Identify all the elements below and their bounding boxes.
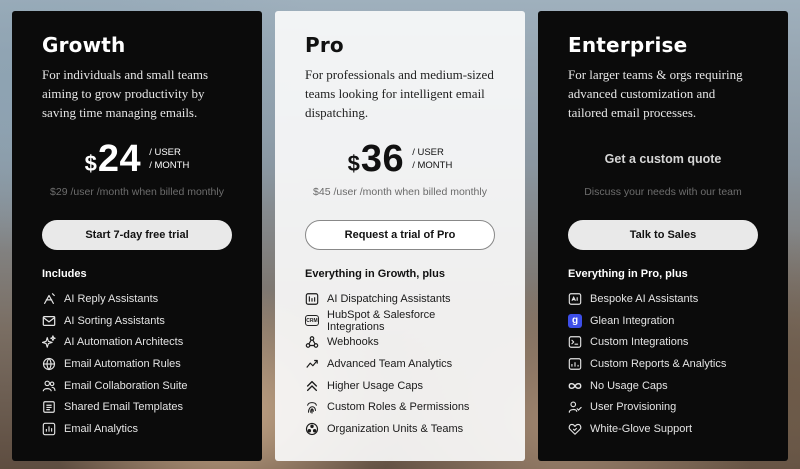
plan-name: Growth <box>42 33 126 57</box>
feature-item: AI Dispatching Assistants <box>305 288 495 310</box>
billing-note: $45 /user /month when billed monthly <box>313 186 487 198</box>
plan-card-enterprise: Enterprise For larger teams & orgs requi… <box>538 11 788 461</box>
feature-label: Email Analytics <box>64 422 138 435</box>
feature-item: User Provisioning <box>568 396 758 418</box>
user-check-icon <box>568 400 582 414</box>
feature-item: Bespoke AI Assistants <box>568 288 758 310</box>
plan-description: For professionals and medium-sized teams… <box>305 67 494 120</box>
price-amount: 36 <box>360 138 405 180</box>
feature-label: Email Collaboration Suite <box>64 379 188 392</box>
price-currency: $ <box>347 151 360 176</box>
plan-name: Pro <box>305 33 344 57</box>
price-block: $ 24 / USER / MONTH <box>42 137 232 181</box>
feature-label: HubSpot & Salesforce Integrations <box>327 308 436 333</box>
globe-rules-icon <box>42 357 56 371</box>
price-unit: / USER / MONTH <box>149 146 189 172</box>
includes-title: Everything in Pro, plus <box>568 268 688 280</box>
feature-label: Email Automation Rules <box>64 357 181 370</box>
bespoke-icon <box>568 292 582 306</box>
feature-item: Custom Integrations <box>568 331 758 353</box>
feature-item: Webhooks <box>305 331 495 353</box>
feature-item: Email Automation Rules <box>42 353 232 375</box>
plan-card-growth: Growth For individuals and small teams a… <box>12 11 262 461</box>
feature-list: Bespoke AI Assistants g Glean Integratio… <box>568 288 758 440</box>
price-unit: / USER / MONTH <box>412 146 452 172</box>
feature-label: Bespoke AI Assistants <box>590 292 699 305</box>
report-icon <box>568 357 582 371</box>
feature-label: No Usage Caps <box>590 379 668 392</box>
plan-card-pro: Pro For professionals and medium-sized t… <box>275 11 525 461</box>
includes-title: Everything in Growth, plus <box>305 268 445 280</box>
users-icon <box>42 379 56 393</box>
plan-description: For individuals and small teams aiming t… <box>42 67 209 120</box>
feature-label: Organization Units & Teams <box>327 422 464 435</box>
feature-label: Higher Usage Caps <box>327 379 423 392</box>
price-unit-user: / USER <box>149 147 181 158</box>
feature-item: AI Sorting Assistants <box>42 310 232 332</box>
org-units-icon <box>305 422 319 436</box>
feature-label: AI Sorting Assistants <box>64 314 165 327</box>
feature-list: AI Dispatching Assistants CRM HubSpot & … <box>305 288 495 440</box>
includes-title: Includes <box>42 268 87 280</box>
feature-item: Custom Reports & Analytics <box>568 353 758 375</box>
feature-item: White-Glove Support <box>568 418 758 440</box>
dispatch-icon <box>305 292 319 306</box>
price-unit-user: / USER <box>412 147 444 158</box>
webhook-icon <box>305 335 319 349</box>
feature-item: Higher Usage Caps <box>305 375 495 397</box>
envelope-sort-icon <box>42 314 56 328</box>
feature-item: No Usage Caps <box>568 375 758 397</box>
feature-label: Advanced Team Analytics <box>327 357 453 370</box>
glean-logo-icon: g <box>568 313 582 328</box>
price-unit-month: / MONTH <box>149 160 190 171</box>
feature-item: g Glean Integration <box>568 310 758 332</box>
feature-item: AI Reply Assistants <box>42 288 232 310</box>
feature-label: Glean Integration <box>590 314 675 327</box>
terminal-icon <box>568 335 582 349</box>
feature-label: User Provisioning <box>590 401 677 414</box>
sparkles-icon <box>42 335 56 349</box>
feature-item: Email Collaboration Suite <box>42 375 232 397</box>
feature-label: Shared Email Templates <box>64 401 184 414</box>
talk-to-sales-button[interactable]: Talk to Sales <box>568 220 758 250</box>
feature-item: Email Analytics <box>42 418 232 440</box>
feature-item: Organization Units & Teams <box>305 418 495 440</box>
price-unit-month: / MONTH <box>412 160 453 171</box>
reply-assistant-icon <box>42 292 56 306</box>
custom-quote: Get a custom quote <box>604 152 722 166</box>
feature-label: Webhooks <box>327 336 379 349</box>
start-trial-button[interactable]: Start 7-day free trial <box>42 220 232 250</box>
feature-label: AI Reply Assistants <box>64 292 159 305</box>
billing-note: $29 /user /month when billed monthly <box>50 186 224 198</box>
fingerprint-icon <box>305 400 319 414</box>
feature-item: Custom Roles & Permissions <box>305 396 495 418</box>
plan-name: Enterprise <box>568 33 688 57</box>
feature-label: AI Automation Architects <box>64 336 184 349</box>
billing-note: Discuss your needs with our team <box>584 186 742 198</box>
template-icon <box>42 400 56 414</box>
heart-support-icon <box>568 422 582 436</box>
feature-item: Advanced Team Analytics <box>305 353 495 375</box>
feature-list: AI Reply Assistants AI Sorting Assistant… <box>42 288 232 440</box>
price-amount: 24 <box>97 138 142 180</box>
team-analytics-icon <box>305 357 319 371</box>
price-block: $ 36 / USER / MONTH <box>305 137 495 181</box>
feature-label: Custom Reports & Analytics <box>590 357 727 370</box>
feature-label: Custom Roles & Permissions <box>327 401 470 414</box>
feature-label: White-Glove Support <box>590 422 693 435</box>
feature-item: CRM HubSpot & Salesforce Integrations <box>305 308 495 333</box>
feature-label: AI Dispatching Assistants <box>327 292 451 305</box>
request-trial-button[interactable]: Request a trial of Pro <box>305 220 495 250</box>
crm-icon: CRM <box>305 314 319 328</box>
analytics-icon <box>42 422 56 436</box>
infinity-icon <box>568 379 582 393</box>
plan-description: For larger teams & orgs requiring advanc… <box>568 67 743 120</box>
chevrons-up-icon <box>305 379 319 393</box>
feature-item: AI Automation Architects <box>42 331 232 353</box>
price-currency: $ <box>84 151 97 176</box>
feature-item: Shared Email Templates <box>42 396 232 418</box>
feature-label: Custom Integrations <box>590 336 689 349</box>
